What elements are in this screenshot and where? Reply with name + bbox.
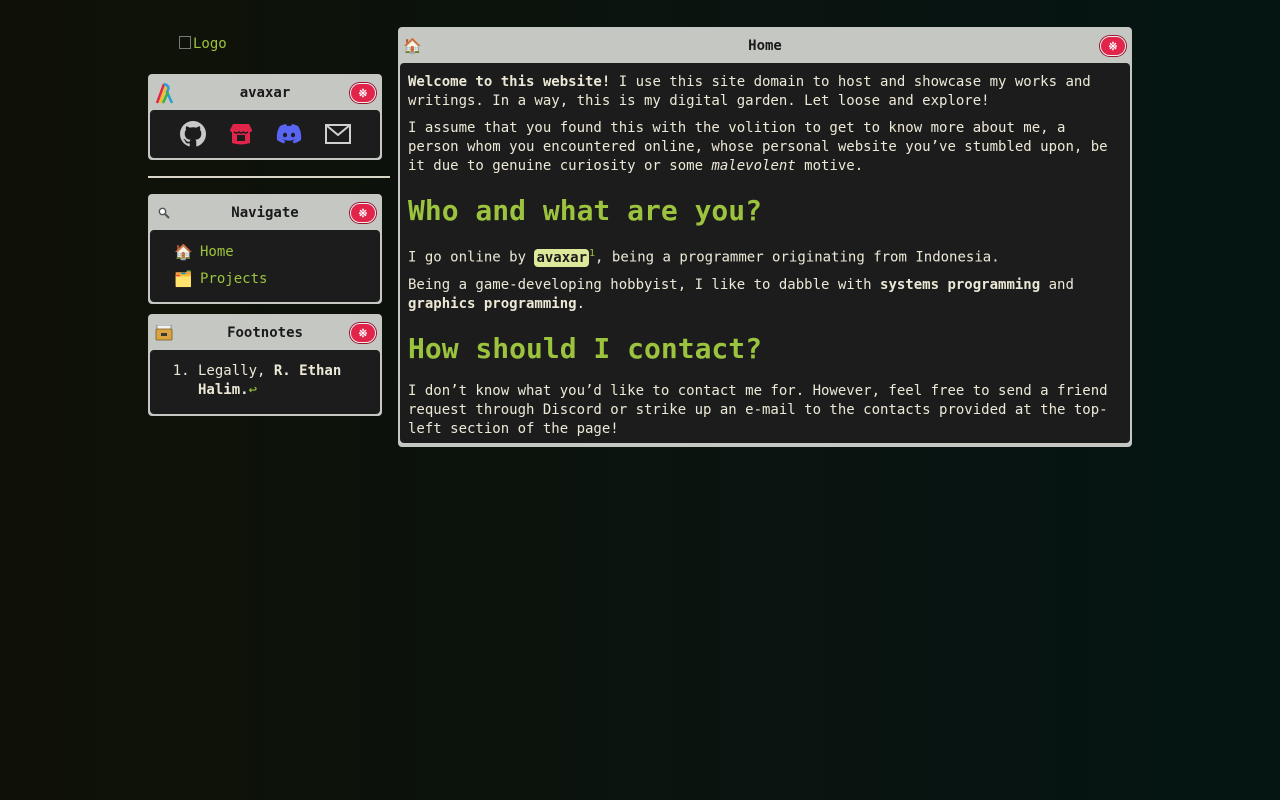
logo-alt-text: Logo xyxy=(193,36,227,52)
graphics-programming-text: graphics programming xyxy=(408,295,577,312)
footnote-text: Legally, xyxy=(198,363,274,379)
itch-io-icon[interactable] xyxy=(229,122,253,146)
main-window-title: Home xyxy=(748,38,782,54)
hobby-text: Being a game-developing hobbyist, I like… xyxy=(408,276,881,293)
heading-contact: How should I contact? xyxy=(408,331,763,365)
footnote-period: . xyxy=(240,382,249,398)
and-text: and xyxy=(1040,276,1074,293)
profile-window: avaxar ※ xyxy=(148,74,382,160)
footnote-item: Legally, R. Ethan Halim.↩ xyxy=(198,362,370,400)
footnotes-window-title: Footnotes xyxy=(227,325,303,341)
emphasis-text: malevolent xyxy=(711,158,796,174)
navigate-window-titlebar[interactable]: Navigate ※ xyxy=(150,196,380,230)
assume-end-text: motive. xyxy=(795,158,864,174)
discord-icon[interactable] xyxy=(276,124,302,144)
navigate-window: Navigate ※ 🏠 Home 🗂️ Projects xyxy=(148,194,382,304)
period-text: . xyxy=(576,295,586,312)
profile-window-titlebar[interactable]: avaxar ※ xyxy=(150,76,380,110)
footnote-backref-link[interactable]: ↩ xyxy=(249,382,257,398)
navigate-window-title: Navigate xyxy=(231,205,299,221)
social-links xyxy=(150,110,380,158)
card-file-box-icon xyxy=(154,323,174,343)
profile-window-title: avaxar xyxy=(239,85,291,101)
nav-list: 🏠 Home 🗂️ Projects xyxy=(150,230,380,300)
nav-item-label: Projects xyxy=(200,270,268,287)
main-window-titlebar[interactable]: 🏠 Home ※ xyxy=(400,29,1130,63)
folder-dividers-icon: 🗂️ xyxy=(174,269,193,288)
sidebar-divider xyxy=(148,176,390,178)
main-window-close-button[interactable]: ※ xyxy=(1100,36,1126,56)
welcome-text: Welcome to this website! xyxy=(408,74,611,90)
footnotes-window-content: Legally, R. Ethan Halim.↩ xyxy=(150,350,380,414)
mail-icon[interactable] xyxy=(324,124,351,144)
main-window: 🏠 Home ※ Welcome to this website! I use … xyxy=(398,27,1132,447)
systems-programming-text: systems programming xyxy=(880,276,1041,293)
navigate-window-close-button[interactable]: ※ xyxy=(350,203,376,223)
intro-paragraph: Welcome to this website! I use this site… xyxy=(408,73,1122,111)
main-window-content: Welcome to this website! I use this site… xyxy=(400,63,1130,443)
sidebar: Logo avaxar ※ Navigate ※ 🏠 Home 🗂️ Proje… xyxy=(148,27,390,416)
online-paragraph: I go online by avaxar 1, being a programm… xyxy=(408,244,1122,268)
nav-item-home[interactable]: 🏠 Home xyxy=(174,238,380,265)
footnotes-window: Footnotes ※ Legally, R. Ethan Halim.↩ xyxy=(148,314,382,416)
heading-who: Who and what are you? xyxy=(408,194,763,227)
avaxar-logo-icon xyxy=(154,82,174,104)
contact-paragraph: I don’t know what you’d like to contact … xyxy=(408,382,1108,437)
broken-image-icon xyxy=(179,36,191,49)
assume-paragraph: I assume that you found this with the vo… xyxy=(408,119,1122,176)
username-tag: avaxar xyxy=(534,248,590,267)
house-icon: 🏠 xyxy=(403,37,422,55)
footnotes-window-close-button[interactable]: ※ xyxy=(350,323,376,343)
profile-window-content xyxy=(150,110,380,158)
hobby-paragraph: Being a game-developing hobbyist, I like… xyxy=(408,276,1122,314)
magnifier-icon xyxy=(154,203,174,223)
nav-item-label: Home xyxy=(200,243,234,260)
house-icon: 🏠 xyxy=(174,242,193,261)
github-icon[interactable] xyxy=(179,121,206,147)
nav-item-projects[interactable]: 🗂️ Projects xyxy=(174,265,380,292)
footnotes-window-titlebar[interactable]: Footnotes ※ xyxy=(150,316,380,350)
online-end-text: , being a programmer originating from In… xyxy=(595,249,1000,266)
profile-window-close-button[interactable]: ※ xyxy=(350,83,376,103)
online-text: I go online by xyxy=(408,249,535,266)
logo[interactable]: Logo xyxy=(179,36,421,64)
navigate-window-content: 🏠 Home 🗂️ Projects xyxy=(150,230,380,302)
footnotes-list: Legally, R. Ethan Halim.↩ xyxy=(150,350,380,414)
